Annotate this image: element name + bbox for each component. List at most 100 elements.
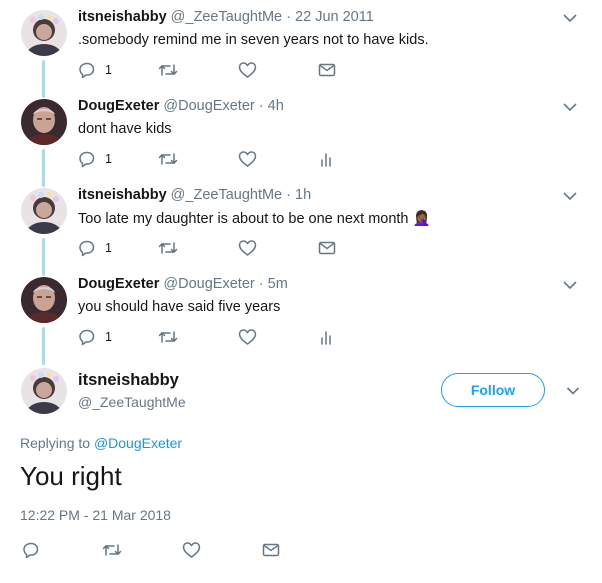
display-name[interactable]: DougExeter [78, 98, 159, 114]
chevron-down-icon[interactable] [562, 101, 578, 113]
tweet-actions: 1 [78, 326, 348, 348]
avatar-image [21, 99, 67, 145]
display-name[interactable]: itsneishabby [78, 9, 167, 25]
tweet-time[interactable]: 5m [268, 276, 288, 292]
user-handle[interactable]: @DougExeter [163, 276, 254, 292]
analytics-button[interactable] [318, 326, 334, 348]
tweet-header: DougExeter @DougExeter · 5m [78, 276, 288, 292]
avatar[interactable] [21, 99, 67, 145]
tweet-header: DougExeter @DougExeter · 4h [78, 98, 284, 114]
like-button[interactable] [238, 148, 257, 170]
analytics-icon [321, 153, 331, 167]
heart-icon [238, 329, 257, 345]
separator: · [286, 187, 291, 203]
retweet-button[interactable] [102, 539, 122, 561]
heart-icon [238, 62, 257, 78]
like-button[interactable] [182, 539, 201, 561]
direct-message-button[interactable] [318, 237, 336, 259]
retweet-icon [158, 242, 178, 254]
tweet-timestamp[interactable]: 12:22 PM - 21 Mar 2018 [20, 507, 171, 523]
reply-icon [79, 240, 95, 257]
reply-count: 1 [105, 63, 112, 77]
retweet-button[interactable] [158, 237, 178, 259]
retweet-button[interactable] [158, 148, 178, 170]
user-handle[interactable]: @DougExeter [163, 98, 254, 114]
focused-tweet: itsneishabby @_ZeeTaughtMe Follow Replyi… [0, 358, 602, 583]
avatar-image [21, 188, 67, 234]
tweet-header: itsneishabby @_ZeeTaughtMe · 1h [78, 187, 311, 203]
tweet-time[interactable]: 1h [295, 187, 311, 203]
tweet-text-content: Too late my daughter is about to be one … [78, 211, 409, 227]
retweet-icon [158, 64, 178, 76]
like-button[interactable] [238, 59, 257, 81]
direct-message-button[interactable] [262, 539, 280, 561]
envelope-icon [262, 543, 280, 557]
user-handle[interactable]: @_ZeeTaughtMe [78, 394, 186, 410]
tweet-actions: 1 [78, 148, 348, 170]
separator: · [258, 276, 264, 292]
display-name[interactable]: DougExeter [78, 276, 159, 292]
retweet-button[interactable] [158, 59, 178, 81]
replying-to: Replying to @DougExeter [20, 435, 182, 451]
reply-count: 1 [105, 241, 112, 255]
reply-count: 1 [105, 330, 112, 344]
analytics-button[interactable] [318, 148, 334, 170]
avatar-image [21, 368, 67, 414]
reply-button[interactable] [22, 539, 40, 561]
tweet-time[interactable]: 4h [268, 98, 284, 114]
envelope-icon [318, 241, 336, 255]
tweet-text: Too late my daughter is about to be one … [78, 210, 431, 227]
tweet[interactable]: itsneishabby @_ZeeTaughtMe · 22 Jun 2011… [0, 0, 602, 98]
user-handle[interactable]: @_ZeeTaughtMe [171, 187, 282, 203]
tweet-actions: 1 [78, 237, 348, 259]
direct-message-button[interactable] [318, 59, 336, 81]
retweet-button[interactable] [158, 326, 178, 348]
reply-button[interactable]: 1 [78, 326, 112, 348]
reply-icon [79, 151, 95, 168]
reply-button[interactable]: 1 [78, 237, 112, 259]
tweet[interactable]: DougExeter @DougExeter · 4h dont have ki… [0, 89, 602, 187]
retweet-icon [102, 544, 122, 556]
user-handle[interactable]: @_ZeeTaughtMe [171, 9, 282, 25]
avatar-image [21, 10, 67, 56]
reply-icon [23, 542, 39, 559]
avatar[interactable] [21, 10, 67, 56]
facepalm-emoji: 🤦🏾‍♀️ [412, 211, 431, 227]
reply-button[interactable]: 1 [78, 148, 112, 170]
separator: · [286, 9, 291, 25]
avatar[interactable] [21, 188, 67, 234]
tweet-actions [22, 539, 292, 561]
chevron-down-icon[interactable] [562, 12, 578, 24]
replying-to-handle[interactable]: @DougExeter [94, 435, 182, 451]
tweet[interactable]: DougExeter @DougExeter · 5m you should h… [0, 267, 602, 365]
reply-button[interactable]: 1 [78, 59, 112, 81]
like-button[interactable] [238, 237, 257, 259]
chevron-down-icon[interactable] [562, 190, 578, 202]
avatar[interactable] [21, 277, 67, 323]
tweet-header: itsneishabby @_ZeeTaughtMe · 22 Jun 2011 [78, 9, 374, 25]
heart-icon [238, 151, 257, 167]
tweet-time[interactable]: 22 Jun 2011 [295, 9, 374, 25]
heart-icon [182, 542, 201, 558]
tweet[interactable]: itsneishabby @_ZeeTaughtMe · 1h Too late… [0, 178, 602, 276]
follow-button[interactable]: Follow [441, 373, 545, 407]
reply-icon [79, 62, 95, 79]
reply-icon [79, 329, 95, 346]
tweet-text: You right [20, 461, 122, 491]
retweet-icon [158, 153, 178, 165]
chevron-down-icon[interactable] [566, 386, 580, 396]
like-button[interactable] [238, 326, 257, 348]
retweet-icon [158, 331, 178, 343]
chevron-down-icon[interactable] [562, 279, 578, 291]
separator: · [258, 98, 264, 114]
display-name[interactable]: itsneishabby [78, 371, 179, 390]
reply-count: 1 [105, 152, 112, 166]
tweet-actions: 1 [78, 59, 348, 81]
avatar[interactable] [21, 368, 67, 414]
tweet-text: you should have said five years [78, 299, 281, 315]
replying-to-label: Replying to [20, 435, 91, 451]
analytics-icon [321, 331, 331, 345]
display-name[interactable]: itsneishabby [78, 187, 167, 203]
tweet-text: .somebody remind me in seven years not t… [78, 32, 429, 48]
avatar-image [21, 277, 67, 323]
